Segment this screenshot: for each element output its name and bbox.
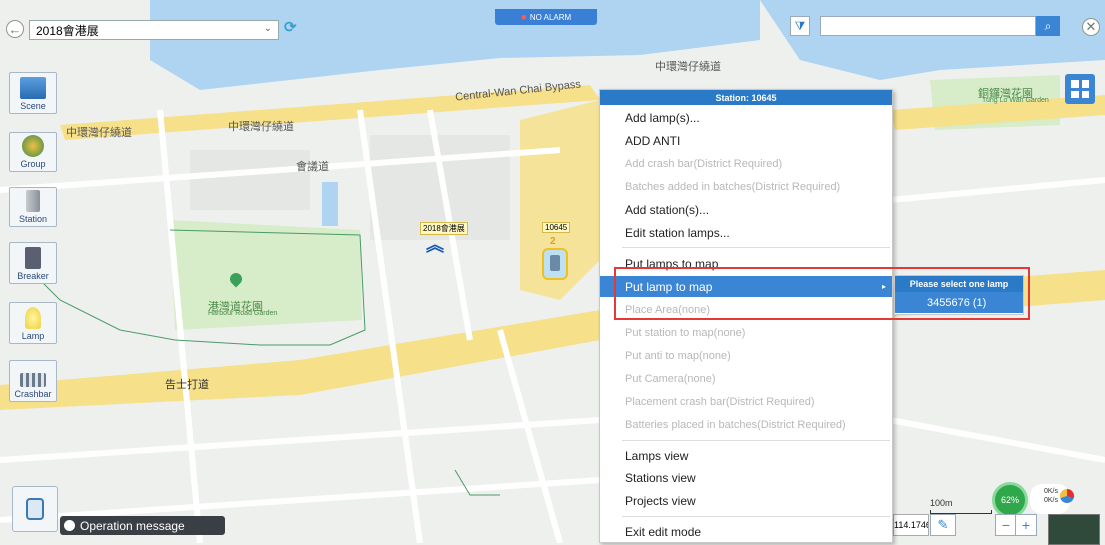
menu-item-projects-view[interactable]: Projects view bbox=[600, 490, 892, 511]
grid-menu-icon[interactable] bbox=[1065, 74, 1095, 104]
project-select[interactable]: 2018會港展 ⌄ bbox=[29, 20, 279, 40]
map-label-road: 中環灣仔繞道 bbox=[66, 127, 132, 139]
station-number-label: 10645 bbox=[542, 222, 571, 233]
menu-separator bbox=[622, 516, 890, 517]
context-menu-title: Station: 10645 bbox=[600, 90, 892, 105]
network-speed-widget: 0K/s 0K/s bbox=[1030, 484, 1074, 514]
breaker-icon bbox=[25, 247, 41, 269]
alarm-bell-icon: ● bbox=[520, 11, 527, 23]
message-icon bbox=[64, 520, 75, 531]
minimap-thumbnail[interactable] bbox=[1048, 514, 1100, 545]
filter-icon[interactable]: ⧩ bbox=[790, 16, 810, 36]
pond bbox=[322, 182, 338, 226]
sidebar-item-label: Breaker bbox=[17, 271, 49, 281]
sidebar-item-label: Scene bbox=[20, 101, 46, 111]
menu-item-edit-station-lamps[interactable]: Edit station lamps... bbox=[600, 222, 892, 243]
lamp-icon bbox=[25, 307, 41, 329]
sidebar-item-label: Lamp bbox=[21, 331, 45, 341]
zoom-out-button[interactable]: − bbox=[995, 514, 1017, 536]
menu-item-lamps-view[interactable]: Lamps view bbox=[600, 445, 892, 466]
menu-item-add-crash-bar: Add crash bar(District Required) bbox=[625, 157, 783, 170]
submenu-item-lamp[interactable]: 3455676 (1) bbox=[895, 292, 1023, 313]
menu-item-put-anti: Put anti to map(none) bbox=[625, 349, 731, 362]
sidebar-item-lamp[interactable]: Lamp bbox=[9, 302, 57, 344]
menu-item-stations-view[interactable]: Stations view bbox=[600, 467, 892, 488]
menu-item-put-camera: Put Camera(none) bbox=[625, 372, 716, 385]
progress-indicator: 62% bbox=[992, 482, 1028, 518]
crashbar-icon bbox=[20, 373, 46, 387]
sidebar-item-label: Crashbar bbox=[14, 389, 52, 399]
project-select-value: 2018會港展 bbox=[36, 23, 99, 38]
operation-message-bar[interactable]: Operation message bbox=[60, 516, 225, 535]
speed-ball-icon bbox=[1060, 489, 1074, 503]
menu-item-put-lamps-to-map[interactable]: Put lamps to map bbox=[600, 253, 892, 274]
menu-item-label: Put lamp to map bbox=[625, 279, 713, 294]
ruler-icon[interactable]: ✎ bbox=[930, 514, 956, 536]
close-icon[interactable]: ✕ bbox=[1082, 18, 1100, 36]
menu-item-place-area: Place Area(none) bbox=[625, 303, 710, 316]
map-scale-label: 100m bbox=[930, 498, 953, 508]
sidebar-item-breaker[interactable]: Breaker bbox=[9, 242, 57, 284]
zoom-in-button[interactable]: + bbox=[1015, 514, 1037, 536]
sidebar-item-crashbar[interactable]: Crashbar bbox=[9, 360, 57, 402]
project-marker-label[interactable]: 2018會港展 bbox=[420, 222, 468, 235]
submenu-title: Please select one lamp bbox=[895, 276, 1023, 292]
chevron-down-icon: ⌄ bbox=[263, 23, 272, 34]
map-label-road: 中環灣仔繞道 bbox=[228, 121, 294, 133]
alarm-status-badge[interactable]: ● NO ALARM bbox=[495, 9, 597, 25]
menu-item-add-stations[interactable]: Add station(s)... bbox=[600, 199, 892, 220]
station-marker-count: 2 bbox=[550, 236, 556, 247]
menu-separator bbox=[622, 440, 890, 441]
menu-item-put-lamp-to-map[interactable]: Put lamp to map ▸ bbox=[600, 276, 892, 297]
back-arrow-icon[interactable]: ← bbox=[6, 20, 24, 38]
map-label-tunglo-en: Tung Lo Wan Garden bbox=[982, 97, 1049, 104]
map-label-gloucester: 告士打道 bbox=[165, 379, 209, 391]
sidebar-item-label: Station bbox=[18, 214, 48, 224]
sidebar-item-scene[interactable]: Scene bbox=[9, 72, 57, 114]
map-label-road: 會議道 bbox=[296, 161, 329, 173]
station-marker-icon[interactable] bbox=[542, 248, 568, 280]
station-icon bbox=[26, 190, 40, 212]
sidebar-item-station[interactable]: Station bbox=[9, 187, 57, 227]
menu-separator bbox=[622, 247, 890, 248]
search-input[interactable] bbox=[820, 16, 1036, 36]
refresh-icon[interactable]: ⟳ bbox=[284, 20, 300, 36]
menu-item-put-station: Put station to map(none) bbox=[625, 326, 746, 339]
station-context-menu: Station: 10645 Add lamp(s)... ADD ANTI A… bbox=[599, 89, 893, 543]
chevron-up-icon[interactable]: ︽ bbox=[424, 236, 446, 254]
sidebar-item-group[interactable]: Group bbox=[9, 132, 57, 172]
operation-message-text: Operation message bbox=[80, 518, 185, 533]
lamp-submenu: Please select one lamp 3455676 (1) bbox=[894, 275, 1024, 315]
search-icon[interactable]: ⌕ bbox=[1036, 16, 1060, 36]
menu-item-add-anti[interactable]: ADD ANTI bbox=[600, 130, 892, 151]
sidebar-item-label: Group bbox=[20, 159, 46, 169]
layers-icon[interactable] bbox=[12, 486, 58, 532]
menu-item-batteries-placed: Batteries placed in batches(District Req… bbox=[625, 418, 846, 431]
scene-icon bbox=[20, 77, 46, 99]
menu-item-placement-crash-bar: Placement crash bar(District Required) bbox=[625, 395, 815, 408]
menu-item-add-lamps[interactable]: Add lamp(s)... bbox=[600, 107, 892, 128]
menu-item-exit-edit-mode[interactable]: Exit edit mode bbox=[600, 521, 892, 542]
group-icon bbox=[22, 135, 44, 157]
menu-item-batches-added: Batches added in batches(District Requir… bbox=[625, 180, 841, 193]
map-label-park-en: Harbour Road Garden bbox=[208, 310, 278, 317]
coordinate-readout: 114.17467 bbox=[893, 514, 929, 536]
submenu-arrow-icon: ▸ bbox=[881, 282, 886, 291]
alarm-status-text: NO ALARM bbox=[529, 12, 572, 22]
map-label-road: 中環灣仔繞道 bbox=[655, 61, 721, 73]
